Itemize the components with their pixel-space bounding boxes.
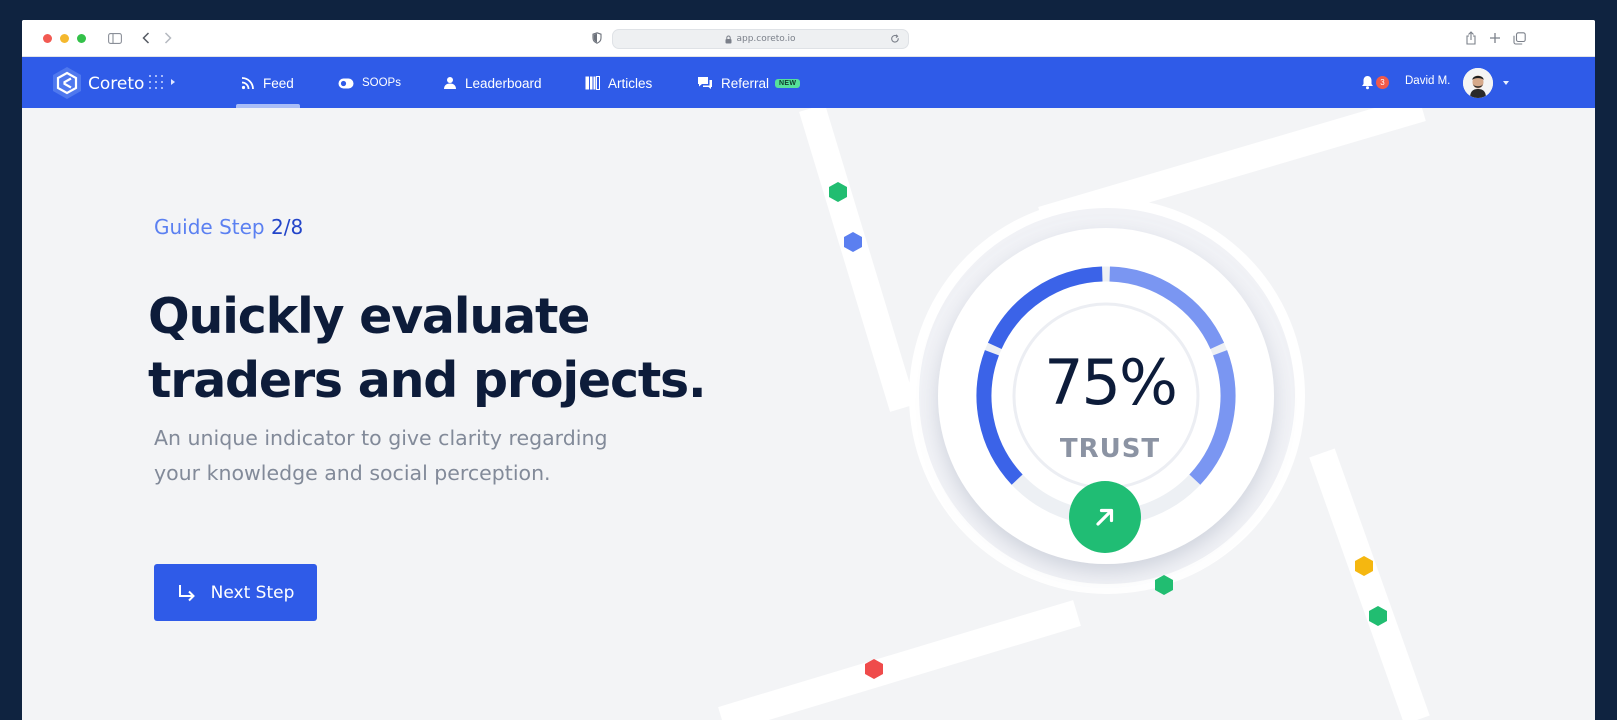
guide-step-indicator: Guide Step 2/8: [154, 215, 303, 239]
close-window-button[interactable]: [43, 34, 52, 43]
user-icon: [444, 77, 456, 89]
apps-grid-icon[interactable]: [149, 75, 163, 89]
guide-step-label: Guide Step: [154, 215, 265, 239]
nav-item-leaderboard[interactable]: Leaderboard: [443, 74, 542, 92]
url-text: app.coreto.io: [736, 34, 796, 44]
rss-icon: [241, 77, 254, 90]
page-title-line-1: Quickly evaluate: [148, 288, 590, 345]
guide-step-value: 2/8: [270, 215, 304, 239]
browser-toolbar: app.coreto.io: [22, 20, 1595, 57]
nav-item-leaderboard-label: Leaderboard: [465, 75, 542, 91]
toggle-icon: [338, 78, 354, 88]
nav-item-referral[interactable]: Referral NEW: [697, 74, 801, 92]
guide-content: Guide Step 2/8 Quickly evaluate traders …: [22, 108, 1595, 720]
apps-caret-icon[interactable]: [171, 79, 175, 85]
trust-percentage: 75%: [1044, 346, 1178, 419]
nav-item-feed-label: Feed: [263, 75, 294, 91]
page-description-line-1: An unique indicator to give clarity rega…: [154, 426, 608, 450]
minimize-window-button[interactable]: [60, 34, 69, 43]
page-description-line-2: your knowledge and social perception.: [154, 461, 551, 485]
nav-item-articles[interactable]: Articles: [585, 74, 652, 92]
page-description: An unique indicator to give clarity rega…: [154, 421, 714, 491]
trust-gauge-segment: [1109, 266, 1225, 350]
next-step-button[interactable]: Next Step: [154, 564, 317, 621]
forward-icon[interactable]: [164, 29, 172, 47]
trend-up-button[interactable]: [1069, 481, 1141, 553]
trust-label: TRUST: [1059, 434, 1161, 464]
user-menu-caret-icon[interactable]: [1503, 81, 1509, 85]
device-frame: app.coreto.io Coreto Feed SOOPs Leaderbo…: [0, 0, 1617, 720]
zoom-window-button[interactable]: [77, 34, 86, 43]
avatar[interactable]: [1463, 68, 1493, 98]
nav-item-referral-label: Referral: [721, 75, 770, 91]
lock-icon: [725, 35, 732, 43]
privacy-shield-icon[interactable]: [592, 29, 602, 47]
nav-item-articles-label: Articles: [608, 75, 653, 91]
brand-name[interactable]: Coreto: [88, 74, 144, 94]
user-name[interactable]: David M.: [1405, 75, 1450, 87]
next-step-label: Next Step: [210, 582, 295, 603]
turn-right-arrow-icon: [178, 584, 195, 601]
trust-gauge-segment: [987, 266, 1103, 350]
back-icon[interactable]: [142, 29, 150, 47]
notification-count-badge: 3: [1376, 76, 1389, 89]
new-tab-icon[interactable]: [1489, 29, 1501, 47]
arrow-up-right-icon: [1096, 508, 1114, 526]
coreto-logo-icon[interactable]: [50, 66, 84, 100]
trust-gauge-arc: [976, 266, 1236, 485]
new-badge: NEW: [775, 78, 801, 88]
address-bar[interactable]: app.coreto.io: [612, 29, 909, 49]
share-icon[interactable]: [1465, 29, 1477, 47]
nav-item-soops[interactable]: SOOPs: [338, 74, 401, 92]
articles-icon: [585, 76, 600, 90]
tab-overview-icon[interactable]: [1513, 29, 1526, 47]
page-title: Quickly evaluate traders and projects.: [148, 285, 708, 413]
reload-icon[interactable]: [890, 34, 900, 44]
nav-item-soops-label: SOOPs: [362, 77, 401, 89]
sidebar-toggle-icon[interactable]: [108, 29, 122, 47]
nav-item-feed[interactable]: Feed: [241, 74, 294, 92]
browser-window: app.coreto.io Coreto Feed SOOPs Leaderbo…: [22, 20, 1595, 720]
trust-gauge-segment: [1189, 350, 1236, 485]
page-title-line-2: traders and projects.: [148, 352, 707, 409]
trust-gauge-segment: [976, 350, 1023, 485]
bell-icon[interactable]: [1361, 75, 1374, 90]
top-navbar: Coreto Feed SOOPs Leaderboard Articles R…: [22, 57, 1595, 108]
chat-icon: [698, 77, 712, 89]
